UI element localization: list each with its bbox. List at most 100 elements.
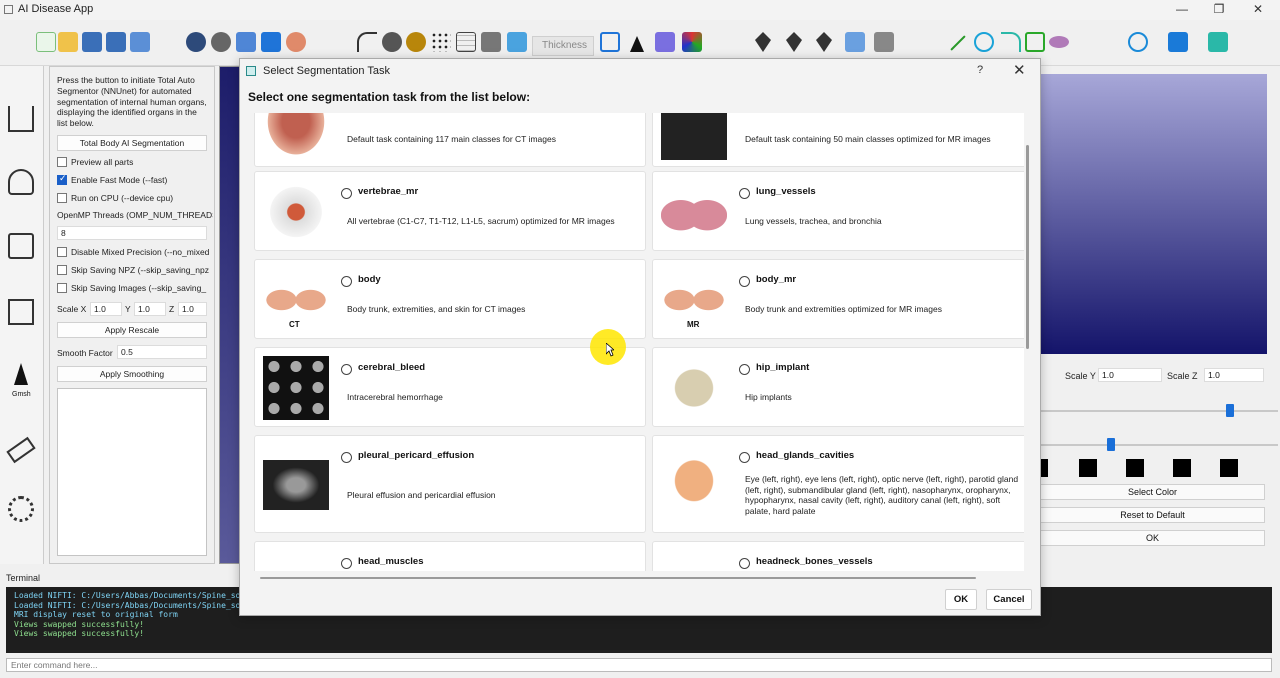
crop-icon[interactable] (600, 32, 620, 52)
fill-grid-icon[interactable] (481, 32, 501, 52)
total-body-segmentation-button[interactable]: Total Body AI Segmentation (57, 135, 207, 151)
task-card-pleural-pericard-effusion[interactable]: pleural_pericard_effusion Pleural effusi… (254, 435, 646, 533)
minimize-button[interactable]: — (1172, 2, 1192, 16)
color-cube-icon[interactable] (682, 32, 702, 52)
thickness-input[interactable]: Thickness (532, 36, 594, 56)
scale-x-input[interactable]: 1.0 (90, 302, 122, 316)
box-icon[interactable] (1208, 32, 1228, 52)
scale-z-input[interactable]: 1.0 (178, 302, 207, 316)
grid-icon[interactable] (456, 32, 476, 52)
dot-grid-icon[interactable] (431, 32, 451, 52)
task-card-vertebrae-mr[interactable]: vertebrae_mr All vertebrae (C1-C7, T1-T1… (254, 171, 646, 251)
run-cpu-checkbox[interactable]: Run on CPU (--device cpu) (57, 193, 213, 207)
select-color-button[interactable]: Select Color (1040, 484, 1265, 500)
task-radio[interactable] (739, 558, 750, 569)
task-radio[interactable] (341, 558, 352, 569)
task-card[interactable]: Default task containing 117 main classes… (254, 113, 646, 167)
reset-default-button[interactable]: Reset to Default (1040, 507, 1265, 523)
horizontal-scrollbar[interactable] (260, 577, 976, 579)
node-icon-2[interactable] (786, 32, 802, 52)
task-radio[interactable] (739, 452, 750, 463)
box-gray-icon[interactable] (874, 32, 894, 52)
task-card-headneck-bones-vessels[interactable]: headneck_bones_vessels (652, 541, 1024, 571)
ellipse-icon[interactable] (1049, 36, 1069, 48)
scale-y-input[interactable]: 1.0 (1098, 368, 1162, 382)
square-icon[interactable] (1168, 32, 1188, 52)
command-input[interactable]: Enter command here... (6, 658, 1272, 672)
eraser-icon[interactable] (6, 436, 36, 464)
box-blue-icon[interactable] (845, 32, 865, 52)
dialog-close-icon[interactable]: ✕ (1013, 61, 1026, 79)
organ-list[interactable] (57, 388, 207, 556)
task-card-lung-vessels[interactable]: lung_vessels Lung vessels, trachea, and … (652, 171, 1024, 251)
task-radio[interactable] (739, 276, 750, 287)
target-icon[interactable] (1128, 32, 1148, 52)
color-swatch[interactable] (1220, 459, 1238, 477)
slider-thumb[interactable] (1226, 404, 1234, 417)
fast-mode-checkbox[interactable]: Enable Fast Mode (--fast) (57, 175, 213, 189)
open-folder-icon[interactable] (58, 32, 78, 52)
task-radio[interactable] (739, 188, 750, 199)
smooth-factor-input[interactable]: 0.5 (117, 345, 207, 359)
color-swatch[interactable] (1040, 459, 1048, 477)
new-file-icon[interactable] (36, 32, 56, 52)
task-card[interactable]: Default task containing 50 main classes … (652, 113, 1024, 167)
color-swatch[interactable] (1079, 459, 1097, 477)
dialog-ok-button[interactable]: OK (945, 589, 977, 610)
anatomy-icon[interactable] (286, 32, 306, 52)
task-radio[interactable] (739, 364, 750, 375)
skip-images-checkbox[interactable]: Skip Saving Images (--skip_saving_ (57, 283, 213, 297)
threads-input[interactable]: 8 (57, 226, 207, 240)
task-card-body-mr[interactable]: MR body_mr Body trunk and extremities op… (652, 259, 1024, 339)
right-ok-button[interactable]: OK (1040, 530, 1265, 546)
vertical-scrollbar-thumb[interactable] (1026, 145, 1029, 349)
apply-smoothing-button[interactable]: Apply Smoothing (57, 366, 207, 382)
task-card-head-muscles[interactable]: head_muscles (254, 541, 646, 571)
task-radio[interactable] (341, 364, 352, 375)
save-stl-icon[interactable] (82, 32, 102, 52)
arc-icon[interactable] (1001, 32, 1021, 52)
line-icon[interactable] (950, 35, 966, 51)
disable-mixed-checkbox[interactable]: Disable Mixed Precision (--no_mixed (57, 247, 213, 261)
voxel-cube-icon[interactable] (655, 32, 675, 52)
preview-all-checkbox[interactable]: Preview all parts (57, 157, 213, 171)
apply-rescale-button[interactable]: Apply Rescale (57, 322, 207, 338)
slider-thumb[interactable] (1107, 438, 1115, 451)
swap-views-icon[interactable] (261, 32, 281, 52)
skip-npz-checkbox[interactable]: Skip Saving NPZ (--skip_saving_npz (57, 265, 213, 279)
scale-y-input[interactable]: 1.0 (134, 302, 166, 316)
close-window-button[interactable]: ✕ (1248, 2, 1268, 16)
task-radio[interactable] (341, 188, 352, 199)
node-icon-1[interactable] (755, 32, 771, 52)
report-icon[interactable] (8, 233, 34, 259)
gear-icon[interactable] (8, 496, 34, 522)
scale-z-input[interactable]: 1.0 (1204, 368, 1264, 382)
rectangle-icon[interactable] (1025, 32, 1045, 52)
task-radio[interactable] (341, 276, 352, 287)
task-list[interactable]: Default task containing 117 main classes… (252, 113, 1024, 571)
task-radio[interactable] (341, 452, 352, 463)
task-card-body[interactable]: CT body Body trunk, extremities, and ski… (254, 259, 646, 339)
maximize-button[interactable]: ❐ (1209, 2, 1229, 16)
layout-grid-icon[interactable] (236, 32, 256, 52)
textured-sphere-icon[interactable] (406, 32, 426, 52)
import-icon[interactable] (8, 106, 34, 132)
circle-icon[interactable] (974, 32, 994, 52)
head-outline-icon[interactable] (211, 32, 231, 52)
export-feb-icon[interactable] (130, 32, 150, 52)
task-card-head-glands-cavities[interactable]: head_glands_cavities Eye (left, right), … (652, 435, 1024, 533)
brain-scan-icon[interactable] (186, 32, 206, 52)
help-icon[interactable]: ? (977, 64, 983, 76)
task-card-cerebral-bleed[interactable]: cerebral_bleed Intracerebral hemorrhage (254, 347, 646, 427)
task-card-hip-implant[interactable]: hip_implant Hip implants (652, 347, 1024, 427)
gmsh-icon[interactable] (14, 363, 28, 385)
node-icon-3[interactable] (816, 32, 832, 52)
color-swatch[interactable] (1126, 459, 1144, 477)
mesh-sphere-icon[interactable] (382, 32, 402, 52)
list-view-icon[interactable] (8, 299, 34, 325)
folder-view-icon[interactable] (507, 32, 527, 52)
color-swatch[interactable] (1173, 459, 1191, 477)
dialog-cancel-button[interactable]: Cancel (986, 589, 1032, 610)
gmsh-icon[interactable] (630, 32, 644, 52)
save-step-icon[interactable] (106, 32, 126, 52)
